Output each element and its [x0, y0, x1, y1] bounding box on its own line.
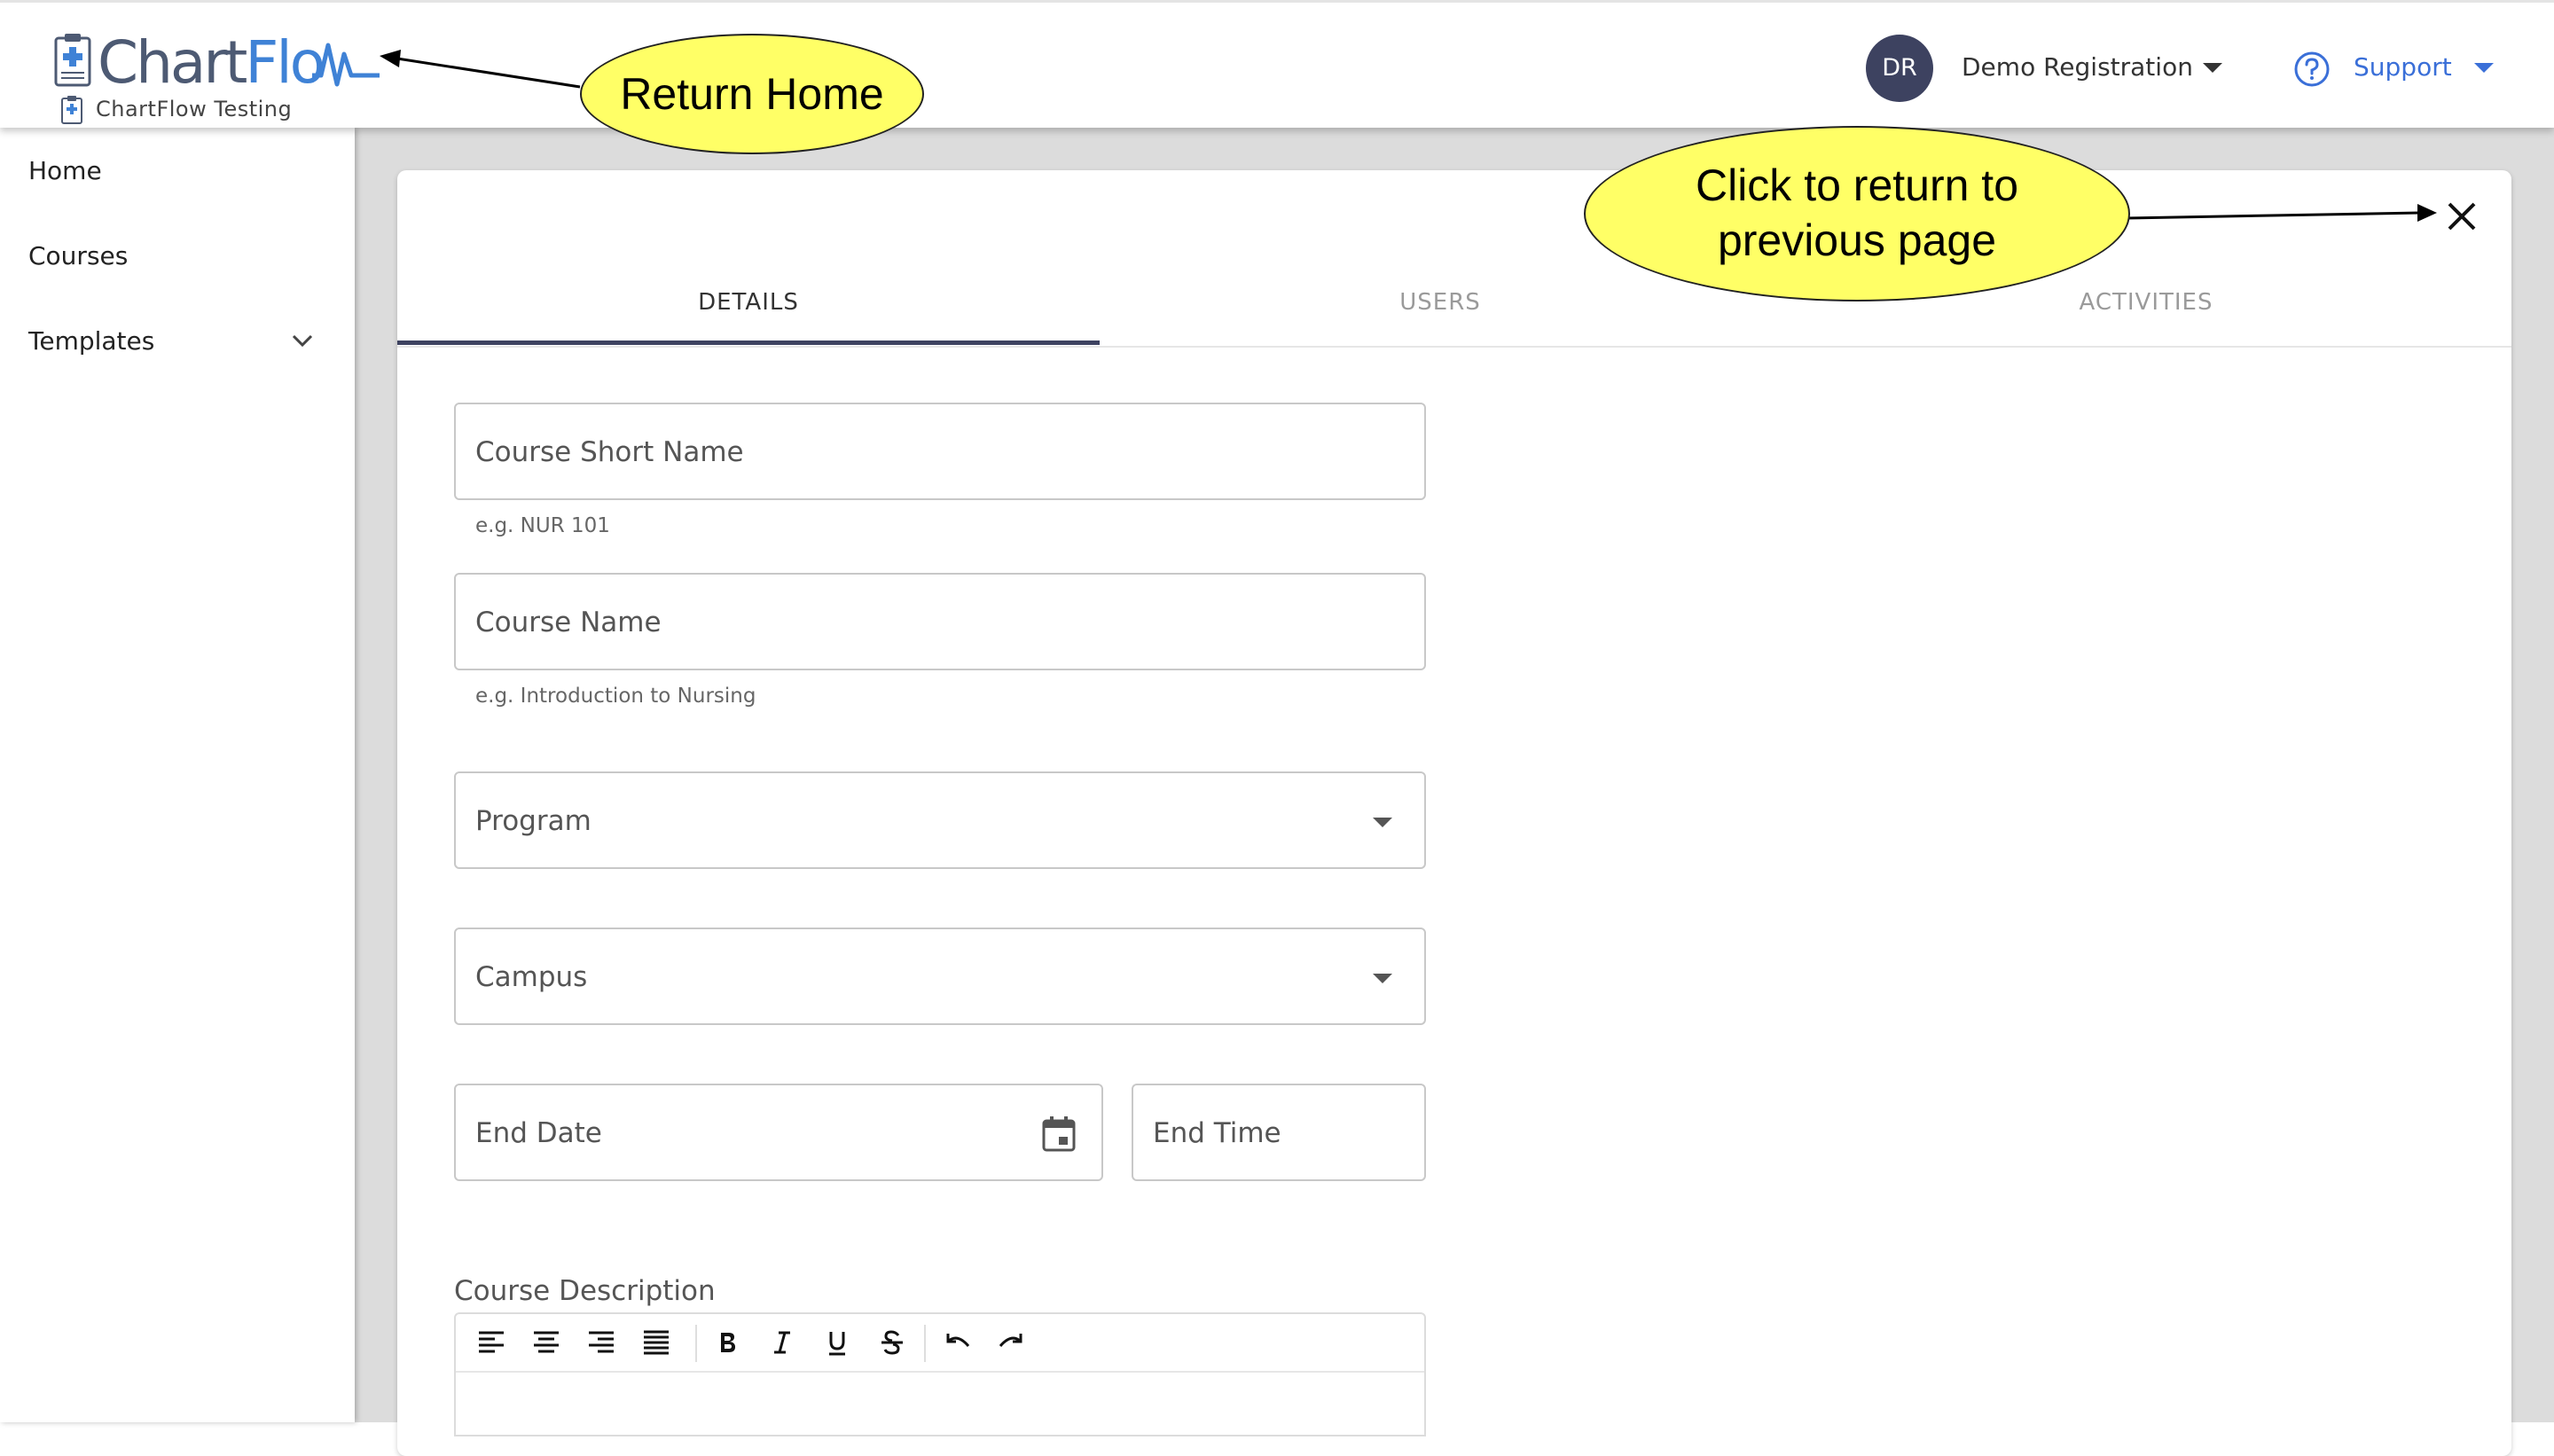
return-home-arrowhead [380, 50, 401, 67]
callout-arrows [380, 50, 2437, 222]
close-callout-text-line2: previous page [1717, 215, 1997, 265]
close-callout-text-line1: Click to return to [1695, 160, 2018, 210]
close-callout: Click to return to previous page [1584, 126, 2130, 301]
close-callout-arrow [2126, 211, 2420, 220]
return-home-callout-text: Return Home [620, 69, 884, 119]
return-home-callout: Return Home [580, 34, 924, 154]
close-callout-arrowhead [2417, 204, 2437, 222]
return-home-arrow [396, 57, 581, 89]
